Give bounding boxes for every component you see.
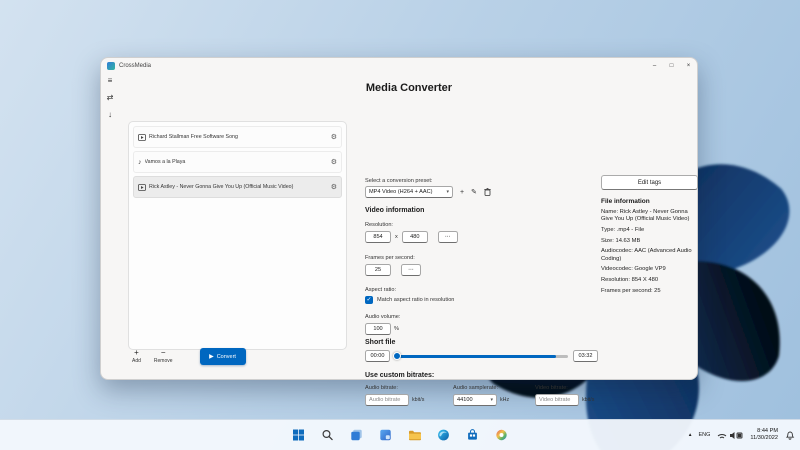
network-volume-battery-icons[interactable] bbox=[717, 430, 743, 440]
file-settings-gear-icon[interactable]: ⚙ bbox=[331, 159, 337, 166]
tray-date: 11/30/2022 bbox=[750, 435, 778, 442]
delete-preset-button[interactable] bbox=[484, 188, 491, 196]
photos-icon[interactable] bbox=[492, 425, 512, 445]
video-file-icon bbox=[138, 134, 146, 141]
remove-file-button[interactable]: − Remove bbox=[154, 349, 173, 364]
language-indicator[interactable]: ENG bbox=[698, 432, 710, 438]
aspect-ratio-checkbox[interactable]: ✓ bbox=[365, 296, 373, 304]
file-info-heading: File information bbox=[601, 198, 698, 205]
resolution-label: Resolution: bbox=[365, 222, 393, 228]
trim-range-slider[interactable] bbox=[395, 350, 568, 362]
video-bitrate-unit: kbit/s bbox=[582, 397, 594, 403]
clock[interactable]: 8:44 PM 11/30/2022 bbox=[750, 428, 778, 442]
percent-sign: % bbox=[394, 326, 399, 332]
video-bitrate-label: Video bitrate: bbox=[535, 385, 568, 391]
widgets-icon[interactable] bbox=[376, 425, 396, 445]
fps-stepper[interactable]: ⋯ bbox=[401, 264, 421, 276]
chevron-down-icon: ▾ bbox=[490, 397, 493, 403]
edge-icon[interactable] bbox=[434, 425, 454, 445]
tray-time: 8:44 PM bbox=[757, 428, 778, 435]
file-info-type: Type: .mp4 - File bbox=[601, 227, 698, 234]
audio-samplerate-label: Audio samplerate: bbox=[453, 385, 498, 391]
edit-preset-button[interactable]: ✎ bbox=[471, 189, 477, 196]
start-button[interactable] bbox=[289, 425, 309, 445]
audio-bitrate-input[interactable]: Audio bitrate bbox=[365, 394, 409, 406]
file-name: Rick Astley - Never Gonna Give You Up (O… bbox=[149, 184, 328, 190]
nav-converter-icon[interactable]: ⇄ bbox=[107, 94, 114, 102]
aspect-ratio-label: Aspect ratio: bbox=[365, 287, 396, 293]
audio-volume-input[interactable]: 100 bbox=[365, 323, 391, 335]
desktop: CrossMedia – □ × ≡ ⇄ ↓ Media Converter R… bbox=[0, 0, 800, 450]
app-window: CrossMedia – □ × ≡ ⇄ ↓ Media Converter R… bbox=[100, 57, 698, 380]
app-title: CrossMedia bbox=[119, 63, 151, 69]
video-info-heading: Video information bbox=[365, 207, 424, 214]
minimize-button[interactable]: – bbox=[646, 58, 663, 74]
minus-icon: − bbox=[161, 349, 166, 357]
trim-start-value[interactable]: 00:00 bbox=[365, 350, 390, 362]
audio-samplerate-dropdown[interactable]: 44100 ▾ bbox=[453, 394, 497, 406]
file-settings-gear-icon[interactable]: ⚙ bbox=[331, 184, 337, 191]
taskbar: ▴ ENG 8:44 PM 11/30/2022 bbox=[0, 419, 800, 450]
file-list: Richard Stallman Free Software Song ⚙ ♪ … bbox=[128, 121, 347, 350]
file-info-panel: Edit tags File information Name: Rick As… bbox=[601, 175, 698, 299]
aspect-ratio-checkbox-label: Match aspect ratio in resolution bbox=[377, 297, 454, 303]
preset-label: Select a conversion preset: bbox=[365, 178, 432, 184]
file-info-audiocodec: Audiocodec: AAC (Advanced Audio Coding) bbox=[601, 248, 698, 262]
file-settings-gear-icon[interactable]: ⚙ bbox=[331, 134, 337, 141]
resolution-height-input[interactable]: 480 bbox=[402, 231, 428, 243]
list-item[interactable]: ♪ Vamos a la Playa ⚙ bbox=[133, 151, 342, 173]
list-item-selected[interactable]: Rick Astley - Never Gonna Give You Up (O… bbox=[133, 176, 342, 198]
chevron-down-icon: ▾ bbox=[446, 189, 449, 195]
notification-bell-icon[interactable] bbox=[785, 430, 795, 440]
list-item[interactable]: Richard Stallman Free Software Song ⚙ bbox=[133, 126, 342, 148]
music-file-icon: ♪ bbox=[138, 159, 142, 166]
file-name: Vamos a la Playa bbox=[145, 159, 328, 165]
store-icon[interactable] bbox=[463, 425, 483, 445]
file-info-size: Size: 14.63 MB bbox=[601, 238, 698, 245]
audio-bitrate-unit: kbit/s bbox=[412, 397, 424, 403]
resolution-width-input[interactable]: 854 bbox=[365, 231, 391, 243]
preset-dropdown[interactable]: MP4 Video (H264 + AAC) ▾ bbox=[365, 186, 453, 198]
page-title: Media Converter bbox=[119, 82, 699, 94]
file-name: Richard Stallman Free Software Song bbox=[149, 134, 328, 140]
short-file-heading: Short file bbox=[365, 339, 395, 346]
play-icon: ▶ bbox=[209, 354, 214, 360]
audio-samplerate-unit: kHz bbox=[500, 397, 509, 403]
nav-download-icon[interactable]: ↓ bbox=[108, 111, 112, 119]
titlebar[interactable]: CrossMedia – □ × bbox=[101, 58, 697, 74]
file-actions: + Add − Remove ▶ Convert bbox=[128, 348, 351, 365]
file-info-fps: Frames per second: 25 bbox=[601, 288, 698, 295]
file-explorer-icon[interactable] bbox=[405, 425, 425, 445]
audio-volume-label: Audio volume: bbox=[365, 314, 400, 320]
close-button[interactable]: × bbox=[680, 58, 697, 74]
trim-start-thumb[interactable] bbox=[393, 352, 401, 360]
file-info-videocodec: Videocodec: Google VP9 bbox=[601, 266, 698, 273]
maximize-button[interactable]: □ bbox=[663, 58, 680, 74]
video-bitrate-input[interactable]: Video bitrate bbox=[535, 394, 579, 406]
hamburger-icon[interactable]: ≡ bbox=[108, 77, 113, 85]
convert-button[interactable]: ▶ Convert bbox=[200, 348, 246, 365]
video-file-icon bbox=[138, 184, 146, 191]
audio-bitrate-label: Audio bitrate: bbox=[365, 385, 398, 391]
file-info-resolution: Resolution: 854 X 480 bbox=[601, 277, 698, 284]
fps-label: Frames per second: bbox=[365, 255, 415, 261]
app-icon bbox=[107, 62, 115, 70]
plus-icon: + bbox=[134, 349, 139, 357]
tray-chevron-up-icon[interactable]: ▴ bbox=[689, 432, 692, 438]
add-file-button[interactable]: + Add bbox=[132, 349, 141, 364]
add-preset-button[interactable]: + bbox=[460, 189, 464, 196]
resolution-stepper[interactable]: ⋯ bbox=[438, 231, 458, 243]
check-icon: ✓ bbox=[366, 297, 371, 303]
fps-input[interactable]: 25 bbox=[365, 264, 391, 276]
search-icon[interactable] bbox=[318, 425, 338, 445]
edit-tags-button[interactable]: Edit tags bbox=[601, 175, 698, 190]
custom-bitrates-heading: Use custom bitrates: bbox=[365, 372, 434, 379]
file-info-name: Name: Rick Astley - Never Gonna Give You… bbox=[601, 209, 698, 223]
nav-rail: ≡ ⇄ ↓ bbox=[101, 74, 119, 379]
trim-end-value[interactable]: 03:32 bbox=[573, 350, 598, 362]
task-view-icon[interactable] bbox=[347, 425, 367, 445]
